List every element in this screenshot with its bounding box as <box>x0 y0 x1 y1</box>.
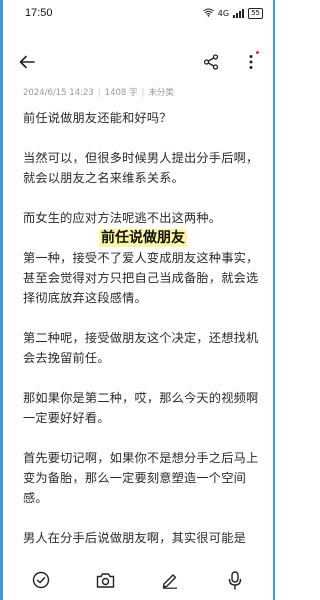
share-icon[interactable] <box>201 52 221 72</box>
note-word-count: 1408 字 <box>104 88 138 98</box>
bottom-toolbar <box>3 560 273 600</box>
note-paragraph: 而女生的应对方法呢逃不出这两种。 <box>23 211 222 225</box>
checklist-icon[interactable] <box>30 569 52 591</box>
note-meta: 2024/6/15 14:23 | 1408 字 | 未分类 <box>23 88 174 98</box>
note-paragraph: 那如果你是第二种，哎，那么今天的视频啊一定要好好看。 <box>23 391 259 425</box>
status-bar: 17:50 4G 55 <box>3 0 273 26</box>
status-indicators: 4G 55 <box>202 7 263 19</box>
note-paragraph: 前任说做朋友还能和好吗？ <box>23 111 172 125</box>
note-body[interactable]: 前任说做朋友还能和好吗？ 当然可以，但很多时候男人提出分手后啊，就会以朋友之名来… <box>23 108 263 568</box>
app-frame: 17:50 4G 55 2024/6/15 14:23 | 1408 字 | 未分类 <box>0 0 275 600</box>
note-paragraph: 首先要切记啊，如果你不是想分手之后马上变为备胎，那么一定要刻意塑造一个空间感。 <box>23 451 259 505</box>
camera-icon[interactable] <box>95 569 117 591</box>
battery-indicator: 55 <box>248 7 263 19</box>
note-toolbar <box>3 44 273 80</box>
note-heading-wrap: 前任说做朋友 <box>23 228 263 248</box>
back-arrow-icon[interactable] <box>17 52 37 72</box>
note-heading: 前任说做朋友 <box>99 229 187 247</box>
note-paragraph: 第二种呢，接受做朋友这个决定，还想找机会去挽留前任。 <box>23 331 259 365</box>
notification-dot <box>256 51 259 54</box>
note-date: 2024/6/15 14:23 <box>23 88 94 98</box>
microphone-icon[interactable] <box>224 569 246 591</box>
signal-icon <box>233 8 245 18</box>
network-type: 4G <box>217 8 230 18</box>
status-time: 17:50 <box>25 7 53 19</box>
note-paragraph: 当然可以，但很多时候男人提出分手后啊，就会以朋友之名来维系关系。 <box>23 151 259 185</box>
more-icon[interactable] <box>241 52 261 72</box>
note-category[interactable]: 未分类 <box>148 88 174 98</box>
wifi-icon <box>202 8 214 19</box>
pen-icon[interactable] <box>159 569 181 591</box>
note-paragraph: 男人在分手后说做朋友啊，其实很可能是 <box>23 531 246 545</box>
note-paragraph: 第一种，接受不了爱人变成朋友这种事实，甚至会觉得对方只把自己当成备胎，就会选择彻… <box>23 251 259 305</box>
